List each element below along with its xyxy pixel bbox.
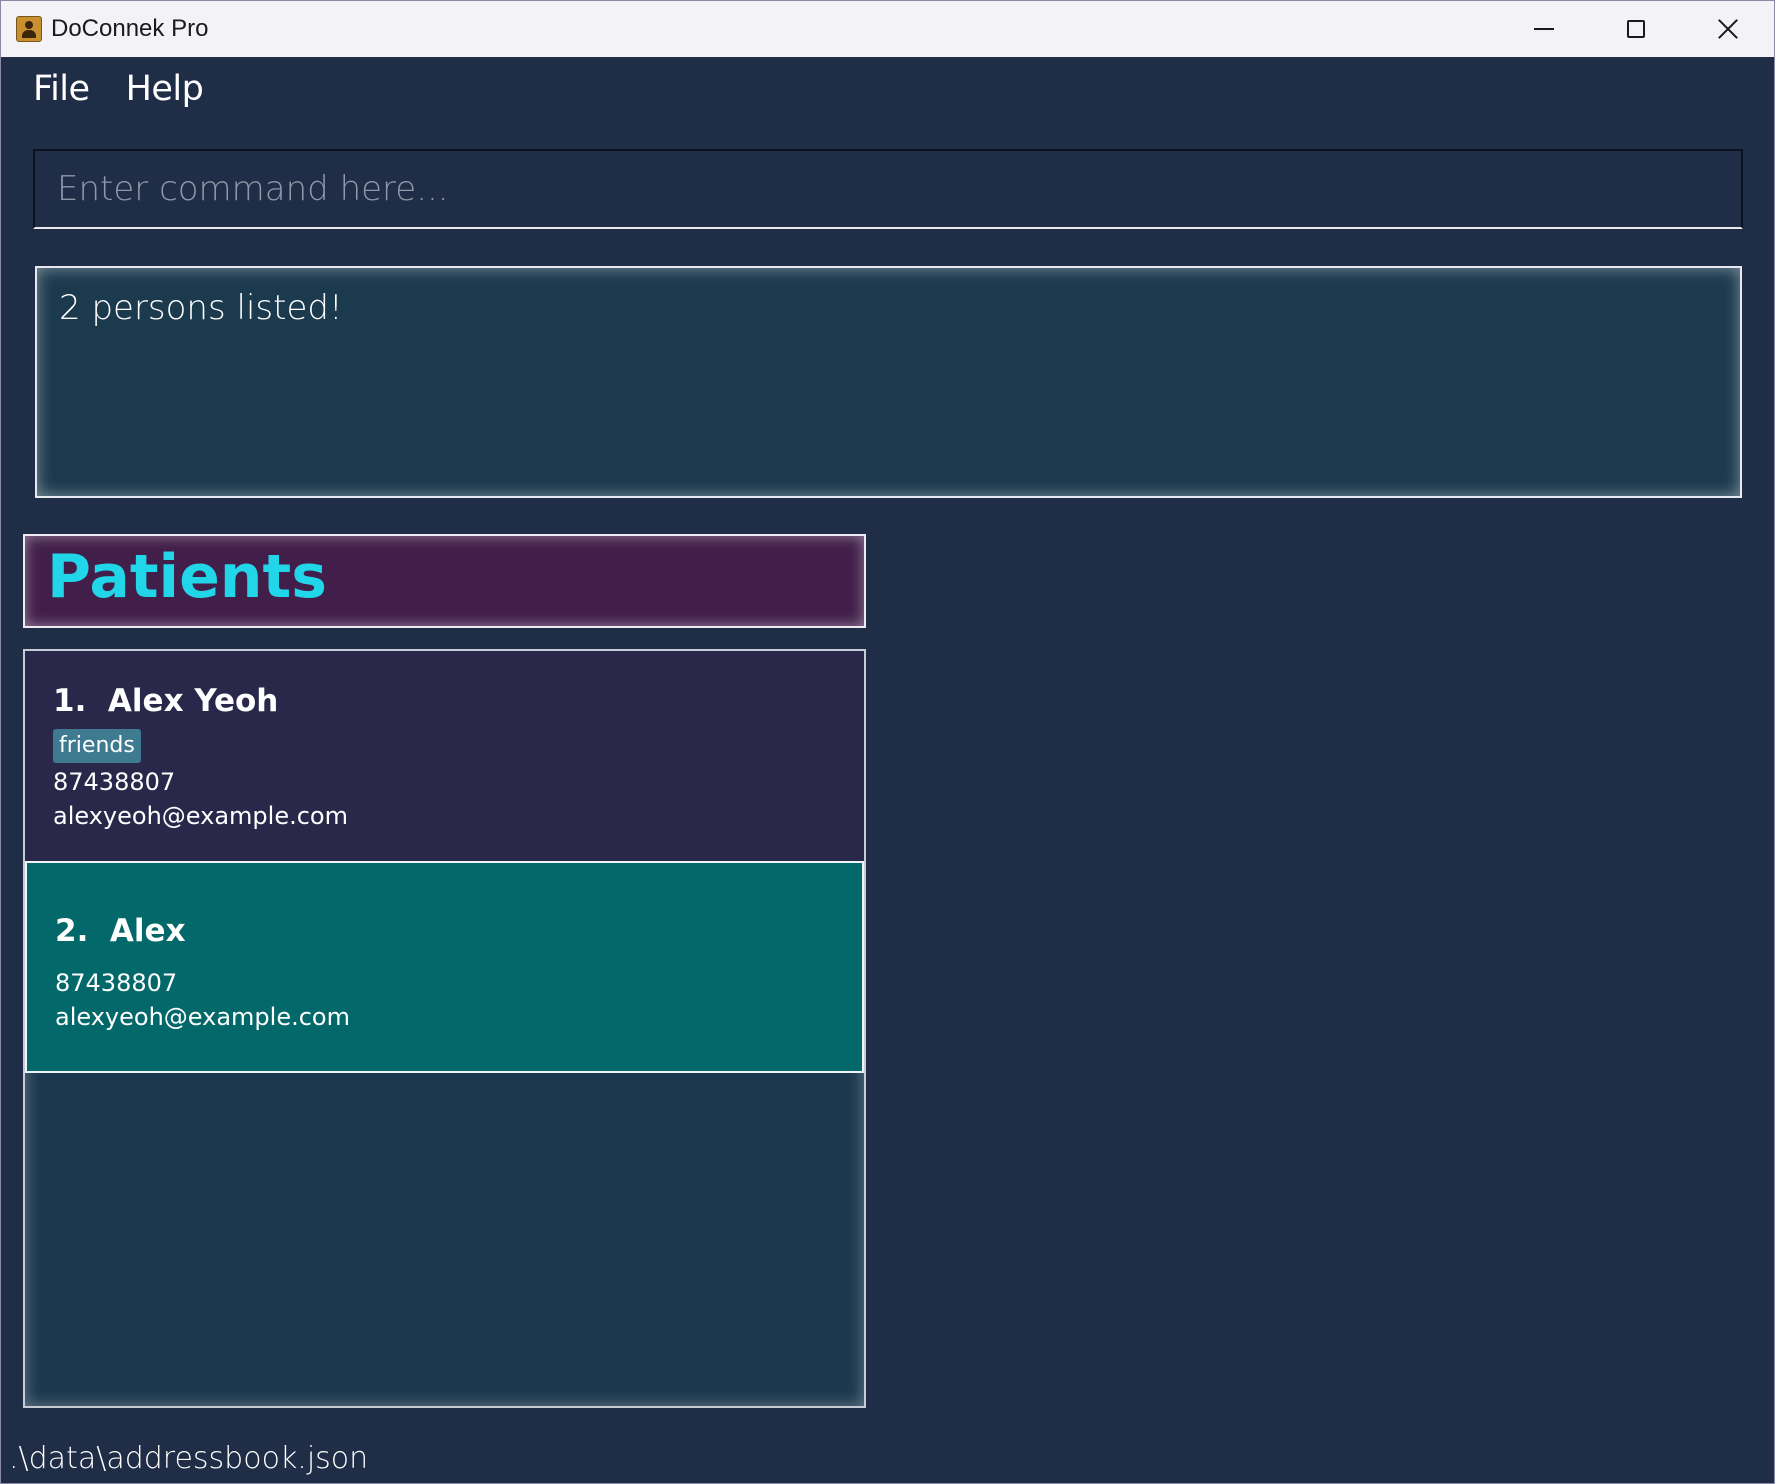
person-card-selected[interactable]: 2. Alex 87438807 alexyeoh@example.com xyxy=(25,861,864,1073)
close-icon xyxy=(1717,18,1739,40)
menu-bar: File Help xyxy=(15,65,221,121)
tag-badge: friends xyxy=(53,729,141,763)
person-name: 1. Alex Yeoh xyxy=(53,683,279,719)
title-bar[interactable]: DoConnek Pro xyxy=(1,1,1774,57)
person-name: 2. Alex xyxy=(55,913,186,949)
result-message: 2 persons listed! xyxy=(59,288,343,328)
command-input[interactable] xyxy=(35,150,1741,228)
person-card[interactable]: 1. Alex Yeoh friends 87438807 alexyeoh@e… xyxy=(25,651,864,861)
patients-title: Patients xyxy=(47,542,327,612)
minimize-icon xyxy=(1534,28,1554,30)
address-book-icon xyxy=(16,16,42,42)
person-phone: 87438807 xyxy=(53,768,176,796)
maximize-icon xyxy=(1627,20,1645,38)
patients-header: Patients xyxy=(23,534,866,628)
result-display[interactable]: 2 persons listed! xyxy=(35,266,1742,498)
window-title: DoConnek Pro xyxy=(51,15,209,42)
person-email: alexyeoh@example.com xyxy=(55,1003,350,1031)
maximize-button[interactable] xyxy=(1590,1,1682,57)
close-button[interactable] xyxy=(1682,1,1774,57)
minimize-button[interactable] xyxy=(1498,1,1590,57)
command-box xyxy=(33,149,1743,229)
menu-file[interactable]: File xyxy=(15,65,108,121)
person-list[interactable]: 1. Alex Yeoh friends 87438807 alexyeoh@e… xyxy=(23,649,866,1408)
menu-help[interactable]: Help xyxy=(108,65,222,121)
window-controls xyxy=(1498,1,1774,57)
app-window: DoConnek Pro File Help 2 persons listed!… xyxy=(0,0,1775,1484)
person-phone: 87438807 xyxy=(55,969,178,997)
status-bar-file-path: .\data\addressbook.json xyxy=(9,1441,369,1476)
person-email: alexyeoh@example.com xyxy=(53,802,348,830)
